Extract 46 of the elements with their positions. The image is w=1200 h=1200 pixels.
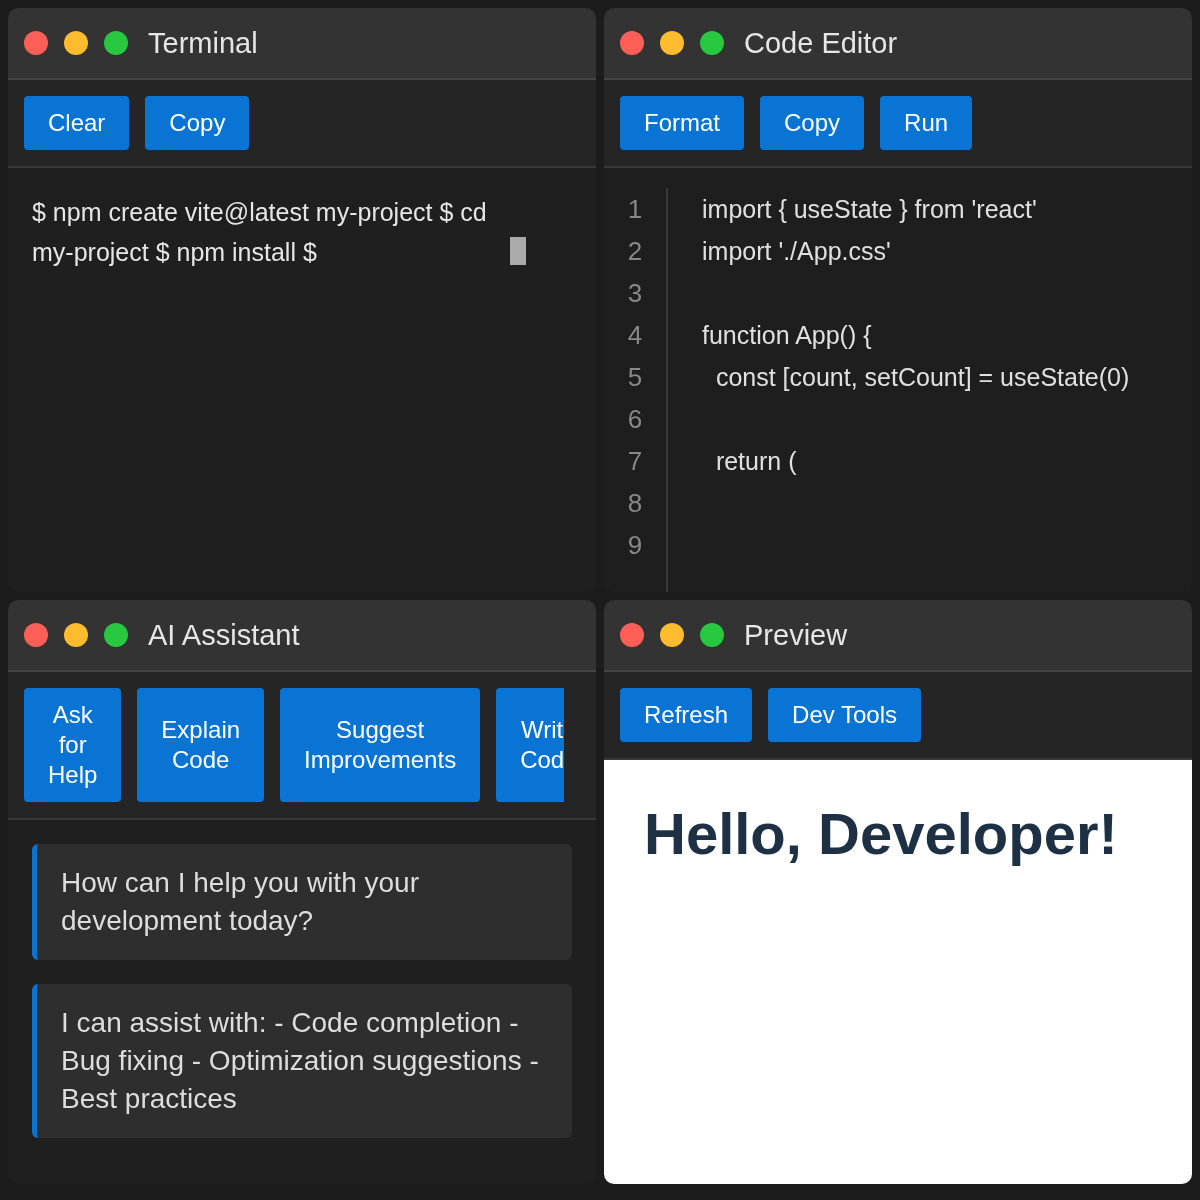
close-button[interactable]: [24, 31, 48, 55]
toolbar-button[interactable]: Run: [880, 96, 973, 150]
line-number: 7: [626, 445, 644, 478]
maximize-button[interactable]: [700, 623, 724, 647]
code-line: return (: [714, 446, 798, 477]
toolbar-button[interactable]: Refresh: [620, 688, 753, 742]
minimize-button[interactable]: [660, 623, 684, 647]
close-button[interactable]: [620, 31, 644, 55]
line-number: 9: [626, 529, 644, 562]
minimize-button[interactable]: [660, 31, 684, 55]
close-button[interactable]: [620, 623, 644, 647]
line-number: 5: [626, 361, 644, 394]
toolbar-button[interactable]: Copy: [760, 96, 865, 150]
line-number: 4: [626, 319, 644, 352]
window-title: AI Assistant: [148, 618, 300, 652]
line-number: 8: [626, 487, 644, 520]
toolbar-button[interactable]: Explain Code: [137, 688, 265, 802]
minimize-button[interactable]: [64, 31, 88, 55]
code-line: function App() {: [702, 320, 873, 351]
toolbar-button[interactable]: Writ Cod: [496, 688, 565, 802]
line-number: 3: [626, 277, 644, 310]
window-title: Code Editor: [744, 26, 898, 60]
code-line: import './App.css': [702, 236, 892, 267]
toolbar-button[interactable]: Ask for Help: [24, 688, 122, 802]
line-number: 1: [626, 193, 644, 226]
code-line: import { useState } from 'react': [702, 194, 1038, 225]
terminal-cursor: [510, 237, 526, 265]
minimize-button[interactable]: [64, 623, 88, 647]
chat-message: I can assist with: - Code completion - Bug fixing - Optimization suggestions - Best practices: [32, 984, 572, 1138]
toolbar-button[interactable]: Suggest Improvements: [280, 688, 481, 802]
toolbar-button[interactable]: Dev Tools: [768, 688, 921, 742]
maximize-button[interactable]: [104, 623, 128, 647]
close-button[interactable]: [24, 623, 48, 647]
code-line: const [count, setCount] = useState(0): [714, 362, 1131, 393]
terminal-output: $ npm create vite@latest my-project $ cd my-project $ npm install $: [32, 197, 488, 268]
window-title: Terminal: [148, 26, 258, 60]
toolbar-button[interactable]: Clear: [24, 96, 130, 150]
maximize-button[interactable]: [104, 31, 128, 55]
toolbar-button[interactable]: Format: [620, 96, 744, 150]
toolbar-button[interactable]: Copy: [145, 96, 250, 150]
preview-heading: Hello, Developer!: [644, 800, 1119, 867]
line-number: 6: [626, 403, 644, 436]
window-title: Preview: [744, 618, 848, 652]
line-number: 2: [626, 235, 644, 268]
chat-message: How can I help you with your development today?: [32, 844, 572, 960]
maximize-button[interactable]: [700, 31, 724, 55]
